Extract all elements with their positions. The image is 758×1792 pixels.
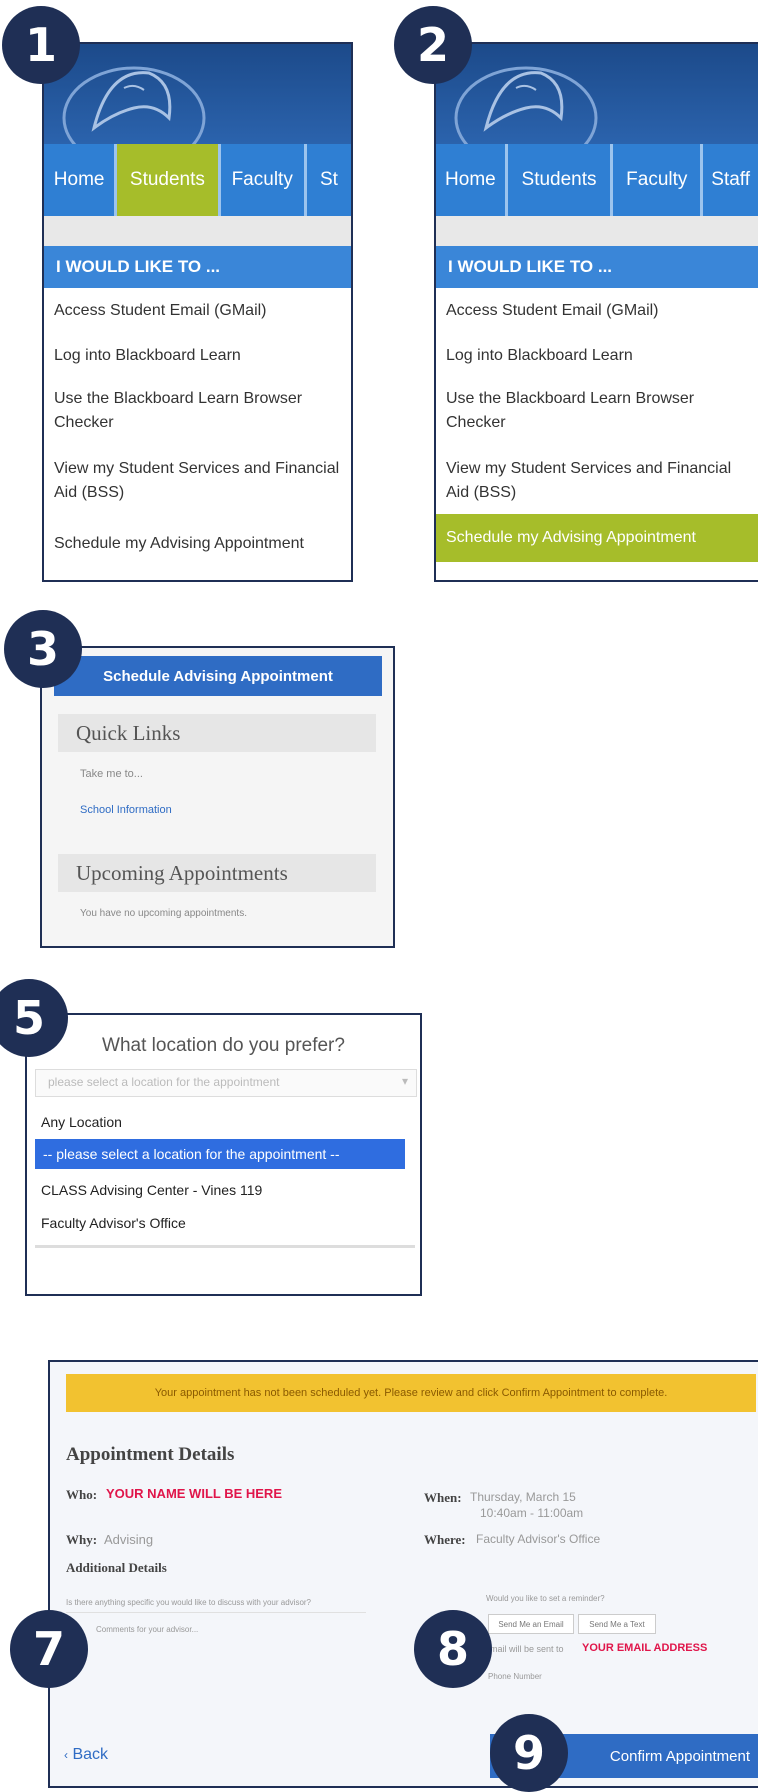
tab-home[interactable]: Home [436, 144, 508, 216]
panel-1: Home Students Faculty St I WOULD LIKE TO… [42, 42, 353, 582]
menu-item-bss[interactable]: View my Student Services and Financial A… [436, 457, 758, 505]
panel-2: Home Students Faculty Staff I WOULD LIKE… [434, 42, 758, 582]
where-label: Where: [424, 1532, 466, 1547]
upcoming-appointments-heading: Upcoming Appointments [58, 854, 376, 892]
back-label: Back [72, 1746, 109, 1763]
panel-3: Schedule Advising Appointment Quick Link… [40, 646, 395, 948]
panther-logo-icon [454, 66, 598, 144]
tab-faculty[interactable]: Faculty [613, 144, 704, 216]
when-date: Thursday, March 15 [470, 1490, 576, 1504]
location-select-value: please select a location for the appoint… [48, 1075, 280, 1089]
menu-item-schedule-advising[interactable]: Schedule my Advising Appointment [436, 514, 758, 562]
step-badge-1: 1 [2, 6, 80, 84]
panel-5: What location do you prefer? please sele… [25, 1013, 422, 1296]
location-question: What location do you prefer? [102, 1035, 345, 1056]
email-value: YOUR EMAIL ADDRESS [582, 1642, 708, 1654]
comments-textarea[interactable]: Comments for your advisor... [66, 1612, 366, 1673]
step-badge-3: 3 [4, 610, 82, 688]
nav-spacer [436, 216, 758, 246]
menu-item-schedule-advising[interactable]: Schedule my Advising Appointment [44, 532, 351, 556]
location-option[interactable]: Faculty Advisor's Office [41, 1215, 186, 1231]
menu-item-blackboard[interactable]: Log into Blackboard Learn [436, 344, 758, 368]
quick-links-heading: Quick Links [58, 714, 376, 752]
phone-number-field[interactable]: Phone Number [488, 1672, 542, 1681]
notice-banner: Your appointment has not been scheduled … [66, 1374, 756, 1412]
main-nav: Home Students Faculty St [44, 144, 351, 216]
additional-details-prompt: Is there anything specific you would lik… [66, 1598, 312, 1607]
panther-logo-icon [62, 66, 206, 144]
step-badge-9: 9 [490, 1714, 568, 1792]
why-value: Advising [104, 1532, 154, 1547]
email-sent-label: Email will be sent to [484, 1644, 564, 1654]
send-email-button[interactable]: Send Me an Email [488, 1614, 574, 1634]
menu-item-bss[interactable]: View my Student Services and Financial A… [44, 457, 351, 505]
site-header [436, 44, 758, 144]
take-me-label: Take me to... [80, 768, 143, 780]
comments-placeholder: Comments for your advisor... [96, 1625, 199, 1634]
location-option-selected[interactable]: -- please select a location for the appo… [35, 1139, 405, 1169]
step-badge-8: 8 [414, 1610, 492, 1688]
when-label: When: [424, 1490, 462, 1505]
tab-staff[interactable]: St [307, 144, 351, 216]
menu-heading: I WOULD LIKE TO ... [44, 246, 351, 288]
send-text-button[interactable]: Send Me a Text [578, 1614, 656, 1634]
who-label: Who: [66, 1487, 98, 1502]
menu-item-browser-checker[interactable]: Use the Blackboard Learn Browser Checker [436, 387, 758, 435]
tab-students[interactable]: Students [117, 144, 221, 216]
reminder-question: Would you like to set a reminder? [486, 1594, 605, 1603]
step-badge-2: 2 [394, 6, 472, 84]
menu-item-email[interactable]: Access Student Email (GMail) [436, 299, 758, 323]
location-option[interactable]: CLASS Advising Center - Vines 119 [41, 1182, 262, 1198]
school-info-link[interactable]: School Information [80, 804, 172, 816]
tab-students[interactable]: Students [508, 144, 614, 216]
nav-spacer [44, 216, 351, 246]
site-header [44, 44, 351, 144]
menu-item-browser-checker[interactable]: Use the Blackboard Learn Browser Checker [44, 387, 351, 435]
tab-home[interactable]: Home [44, 144, 118, 216]
tab-staff[interactable]: Staff [703, 144, 758, 216]
tab-faculty[interactable]: Faculty [221, 144, 307, 216]
schedule-advising-button[interactable]: Schedule Advising Appointment [54, 656, 382, 696]
when-time: 10:40am - 11:00am [480, 1506, 584, 1520]
chevron-down-icon: ▾ [401, 1074, 408, 1088]
menu-item-email[interactable]: Access Student Email (GMail) [44, 299, 351, 323]
location-option[interactable]: Any Location [41, 1114, 122, 1130]
no-appointments-text: You have no upcoming appointments. [80, 908, 247, 919]
appointment-confirm-panel: Your appointment has not been scheduled … [48, 1360, 758, 1788]
menu-heading: I WOULD LIKE TO ... [436, 246, 758, 288]
why-label: Why: [66, 1532, 98, 1547]
dropdown-bottom-edge [35, 1245, 415, 1248]
main-nav: Home Students Faculty Staff [436, 144, 758, 216]
confirm-appointment-label: Confirm Appointment [609, 1747, 750, 1765]
menu-item-blackboard[interactable]: Log into Blackboard Learn [44, 344, 351, 368]
additional-details-heading: Additional Details [66, 1560, 167, 1575]
back-link[interactable]: ‹ Back [64, 1746, 108, 1764]
chevron-left-icon: ‹ [64, 1748, 68, 1762]
location-select[interactable]: please select a location for the appoint… [35, 1069, 417, 1097]
where-value: Faculty Advisor's Office [476, 1532, 601, 1546]
step-badge-7: 7 [10, 1610, 88, 1688]
who-value: YOUR NAME WILL BE HERE [106, 1486, 282, 1501]
appointment-details-title: Appointment Details [66, 1444, 235, 1465]
